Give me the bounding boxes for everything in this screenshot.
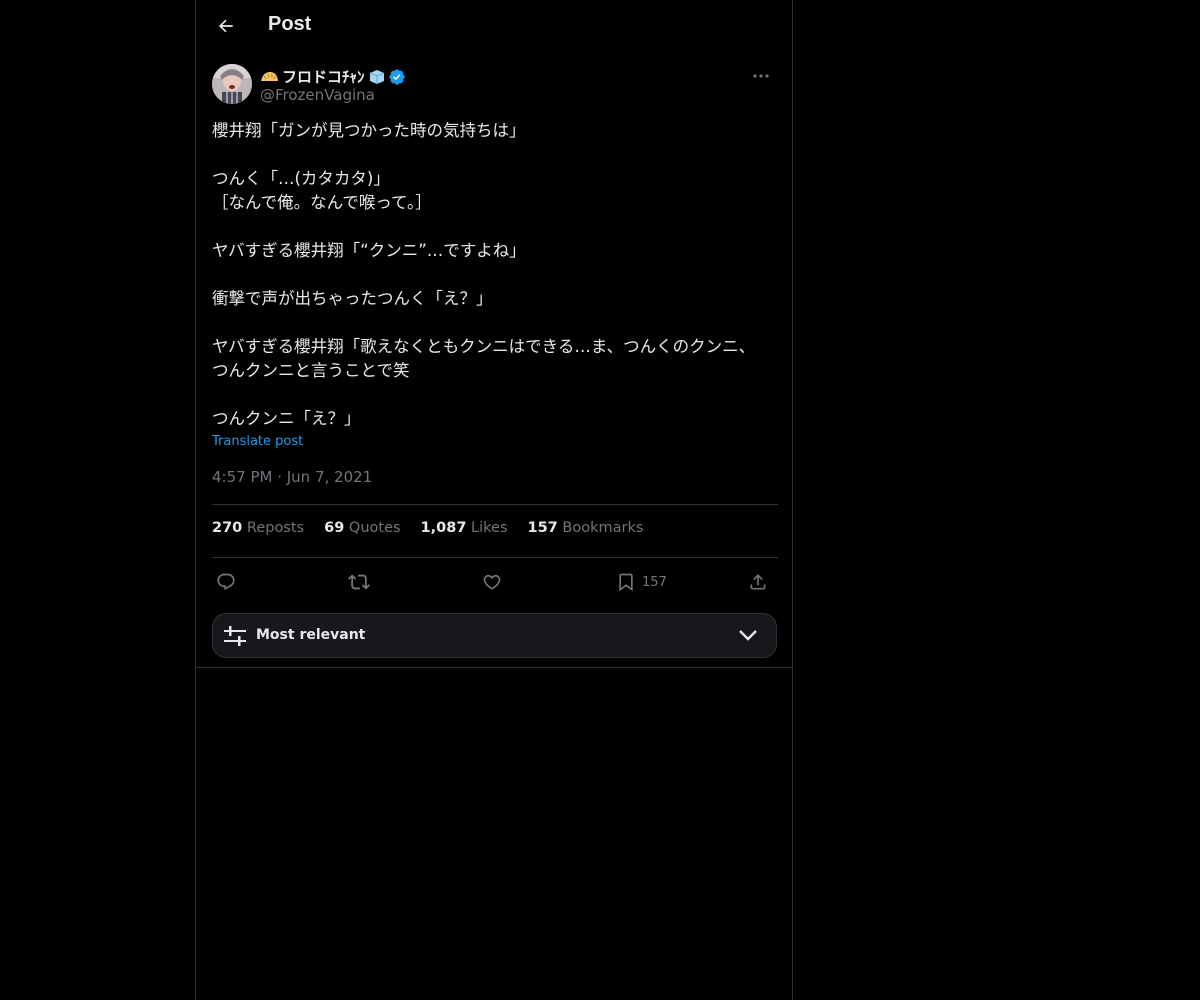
page-title: Post	[268, 13, 312, 35]
bookmark-count: 157	[642, 574, 667, 590]
avatar-image	[212, 64, 252, 104]
post-timestamp[interactable]: 4:57 PM · Jun 7, 2021	[212, 468, 372, 486]
post-text: 櫻井翔「ガンが見つかった時の気持ちは」 つんく「…(カタカタ)」 ［なんで俺。な…	[212, 121, 756, 428]
stat-reposts[interactable]: 270 Reposts	[212, 520, 304, 536]
reply-icon	[217, 573, 235, 591]
stat-label: Bookmarks	[562, 520, 644, 536]
ice-cube-icon	[369, 69, 384, 84]
avatar[interactable]	[212, 64, 252, 104]
stat-count: 69	[324, 520, 345, 536]
reply-sort-dropdown[interactable]: Most relevant	[212, 613, 777, 658]
stat-quotes[interactable]: 69 Quotes	[324, 520, 400, 536]
page-header: Post	[196, 0, 794, 54]
chevron-down-icon	[738, 628, 758, 642]
sliders-icon	[224, 626, 246, 646]
stat-bookmarks[interactable]: 157 Bookmarks	[528, 520, 644, 536]
main-column: Post フロドコﾁｬﾝ @FrozenVagina 櫻井翔「ガンが見つかった時…	[195, 0, 793, 1000]
display-name[interactable]: フロドコﾁｬﾝ	[260, 66, 406, 87]
more-icon	[753, 74, 769, 78]
stat-count: 270	[212, 520, 243, 536]
divider	[196, 667, 793, 668]
stat-likes[interactable]: 1,087 Likes	[421, 520, 508, 536]
reply-button[interactable]	[216, 566, 236, 598]
sort-label: Most relevant	[256, 627, 366, 643]
like-icon	[483, 574, 501, 590]
repost-icon	[348, 574, 370, 590]
verified-badge-icon	[388, 68, 405, 85]
stat-label: Reposts	[246, 520, 305, 536]
translate-post-link[interactable]: Translate post	[212, 434, 303, 449]
bookmark-icon	[619, 573, 633, 592]
repost-button[interactable]	[348, 566, 370, 598]
back-button[interactable]	[208, 8, 244, 44]
stat-label: Likes	[471, 520, 508, 536]
like-button[interactable]	[482, 566, 502, 598]
dumpling-icon	[261, 71, 278, 81]
back-arrow-icon	[218, 19, 233, 33]
post-actions: 157	[212, 566, 778, 598]
share-icon	[750, 574, 766, 590]
share-button[interactable]	[748, 566, 768, 598]
divider	[212, 557, 778, 558]
bookmark-button[interactable]: 157	[616, 566, 667, 598]
post-stats: 270 Reposts 69 Quotes 1,087 Likes 157 Bo…	[212, 520, 643, 536]
more-button[interactable]	[744, 64, 778, 88]
user-handle[interactable]: @FrozenVagina	[260, 86, 375, 104]
post-author: フロドコﾁｬﾝ @FrozenVagina	[212, 64, 778, 108]
stat-label: Quotes	[348, 520, 401, 536]
stat-count: 157	[527, 520, 558, 536]
stat-count: 1,087	[420, 520, 467, 536]
divider	[212, 504, 778, 505]
display-name-text: フロドコﾁｬﾝ	[282, 68, 365, 86]
